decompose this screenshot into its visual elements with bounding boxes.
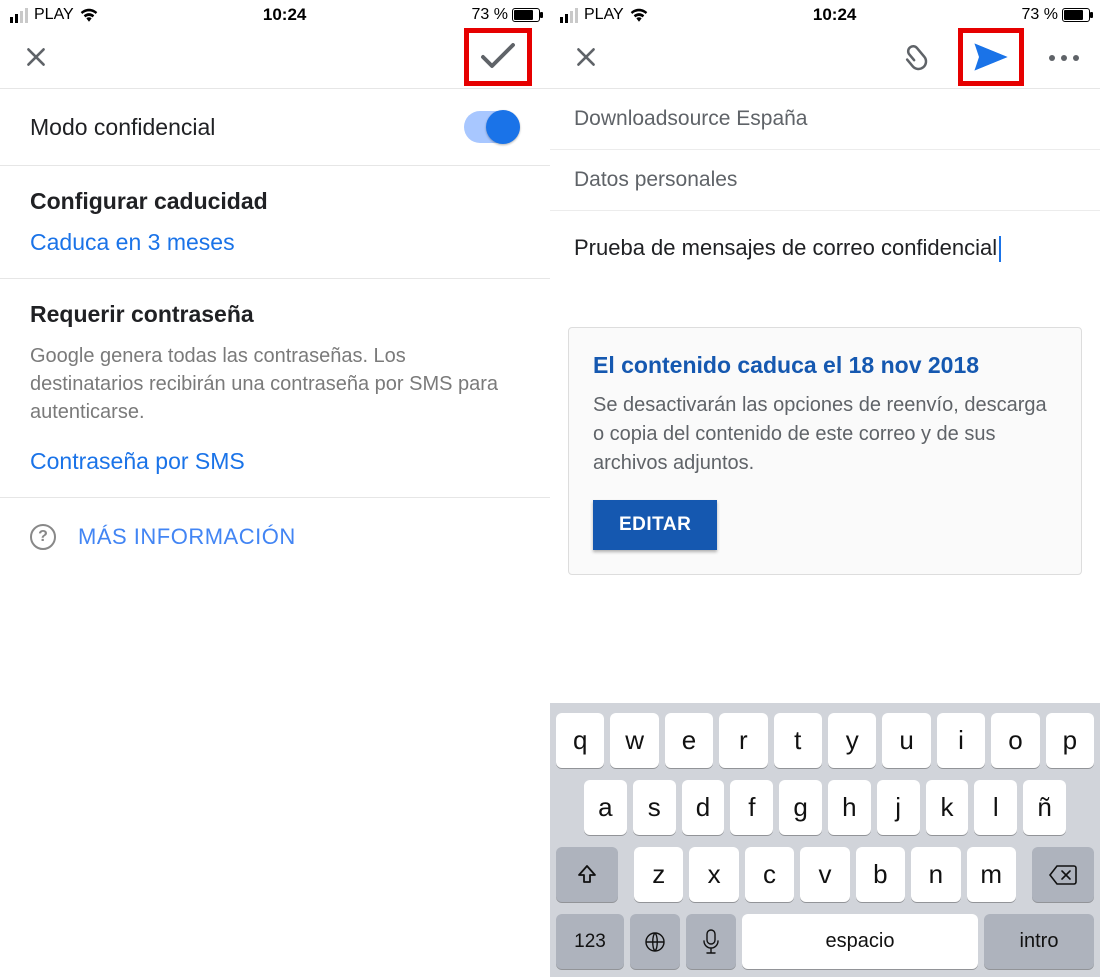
carrier-label: PLAY bbox=[584, 6, 624, 24]
key-w[interactable]: w bbox=[610, 713, 658, 768]
key-n[interactable]: n bbox=[911, 847, 960, 902]
send-button[interactable] bbox=[969, 37, 1013, 77]
key-a[interactable]: a bbox=[584, 780, 627, 835]
mic-key[interactable] bbox=[686, 914, 736, 969]
card-body: Se desactivarán las opciones de reenvío,… bbox=[593, 391, 1057, 478]
backspace-key[interactable] bbox=[1032, 847, 1094, 902]
battery-icon bbox=[1062, 8, 1090, 22]
key-x[interactable]: x bbox=[689, 847, 738, 902]
key-j[interactable]: j bbox=[877, 780, 920, 835]
body-text: Prueba de mensajes de correo confidencia… bbox=[574, 235, 997, 260]
key-d[interactable]: d bbox=[682, 780, 725, 835]
help-icon: ? bbox=[30, 524, 56, 550]
key-p[interactable]: p bbox=[1046, 713, 1094, 768]
shift-key[interactable] bbox=[556, 847, 618, 902]
key-b[interactable]: b bbox=[856, 847, 905, 902]
subject-field[interactable]: Datos personales bbox=[550, 150, 1100, 211]
kb-row-2: asdfghjklñ bbox=[556, 780, 1094, 835]
battery-icon bbox=[512, 8, 540, 22]
edit-button[interactable]: EDITAR bbox=[593, 500, 717, 550]
signal-icon bbox=[560, 8, 578, 23]
compose-screen: PLAY 10:24 73 % bbox=[550, 0, 1100, 977]
more-icon bbox=[1046, 48, 1082, 66]
more-info-row[interactable]: ? MÁS INFORMACIÓN bbox=[0, 498, 550, 576]
confirm-highlight bbox=[464, 28, 532, 86]
key-y[interactable]: y bbox=[828, 713, 876, 768]
wifi-icon bbox=[630, 8, 648, 22]
card-title: El contenido caduca el 18 nov 2018 bbox=[593, 352, 1057, 379]
signal-icon bbox=[10, 8, 28, 23]
clock: 10:24 bbox=[813, 5, 856, 25]
space-key[interactable]: espacio bbox=[742, 914, 978, 969]
key-c[interactable]: c bbox=[745, 847, 794, 902]
expire-heading: Configurar caducidad bbox=[30, 188, 520, 215]
key-r[interactable]: r bbox=[719, 713, 767, 768]
expire-section: Configurar caducidad Caduca en 3 meses bbox=[0, 166, 550, 278]
kb-row-1: qwertyuiop bbox=[556, 713, 1094, 768]
key-e[interactable]: e bbox=[665, 713, 713, 768]
confidential-mode-toggle[interactable] bbox=[464, 111, 520, 143]
confidential-mode-screen: PLAY 10:24 73 % bbox=[0, 0, 550, 977]
password-section: Requerir contraseña Google genera todas … bbox=[0, 279, 550, 497]
key-l[interactable]: l bbox=[974, 780, 1017, 835]
key-o[interactable]: o bbox=[991, 713, 1039, 768]
close-button[interactable] bbox=[18, 39, 54, 75]
more-button[interactable] bbox=[1046, 39, 1082, 75]
keyboard: qwertyuiop asdfghjklñ zxcvbnm 123 bbox=[550, 703, 1100, 977]
status-bar: PLAY 10:24 73 % bbox=[0, 0, 550, 26]
key-h[interactable]: h bbox=[828, 780, 871, 835]
nav-bar bbox=[0, 26, 550, 88]
key-g[interactable]: g bbox=[779, 780, 822, 835]
numeric-key[interactable]: 123 bbox=[556, 914, 624, 969]
more-info-label: MÁS INFORMACIÓN bbox=[78, 524, 296, 550]
key-q[interactable]: q bbox=[556, 713, 604, 768]
battery-percent: 73 % bbox=[1022, 6, 1058, 24]
confidential-mode-row: Modo confidencial bbox=[0, 89, 550, 165]
send-highlight bbox=[958, 28, 1024, 86]
expire-selector[interactable]: Caduca en 3 meses bbox=[30, 229, 520, 256]
key-z[interactable]: z bbox=[634, 847, 683, 902]
return-key[interactable]: intro bbox=[984, 914, 1094, 969]
close-button[interactable] bbox=[568, 39, 604, 75]
key-i[interactable]: i bbox=[937, 713, 985, 768]
key-t[interactable]: t bbox=[774, 713, 822, 768]
carrier-label: PLAY bbox=[34, 6, 74, 24]
compose-body[interactable]: Prueba de mensajes de correo confidencia… bbox=[550, 211, 1100, 321]
nav-bar bbox=[550, 26, 1100, 88]
to-field[interactable]: Downloadsource España bbox=[550, 89, 1100, 150]
password-selector[interactable]: Contraseña por SMS bbox=[30, 448, 520, 475]
clock: 10:24 bbox=[263, 5, 306, 25]
kb-row-4: 123 espacio intro bbox=[556, 914, 1094, 969]
key-u[interactable]: u bbox=[882, 713, 930, 768]
kb-row-3: zxcvbnm bbox=[556, 847, 1094, 902]
globe-key[interactable] bbox=[630, 914, 680, 969]
status-bar: PLAY 10:24 73 % bbox=[550, 0, 1100, 26]
password-heading: Requerir contraseña bbox=[30, 301, 520, 328]
key-v[interactable]: v bbox=[800, 847, 849, 902]
key-m[interactable]: m bbox=[967, 847, 1016, 902]
text-cursor bbox=[999, 236, 1001, 262]
key-k[interactable]: k bbox=[926, 780, 969, 835]
password-description: Google genera todas las contraseñas. Los… bbox=[30, 342, 520, 426]
wifi-icon bbox=[80, 8, 98, 22]
confidential-info-card: El contenido caduca el 18 nov 2018 Se de… bbox=[568, 327, 1082, 575]
key-ñ[interactable]: ñ bbox=[1023, 780, 1066, 835]
attach-button[interactable] bbox=[900, 39, 936, 75]
confidential-mode-label: Modo confidencial bbox=[30, 114, 215, 141]
confirm-button[interactable] bbox=[475, 37, 521, 77]
key-f[interactable]: f bbox=[730, 780, 773, 835]
key-s[interactable]: s bbox=[633, 780, 676, 835]
battery-percent: 73 % bbox=[472, 6, 508, 24]
